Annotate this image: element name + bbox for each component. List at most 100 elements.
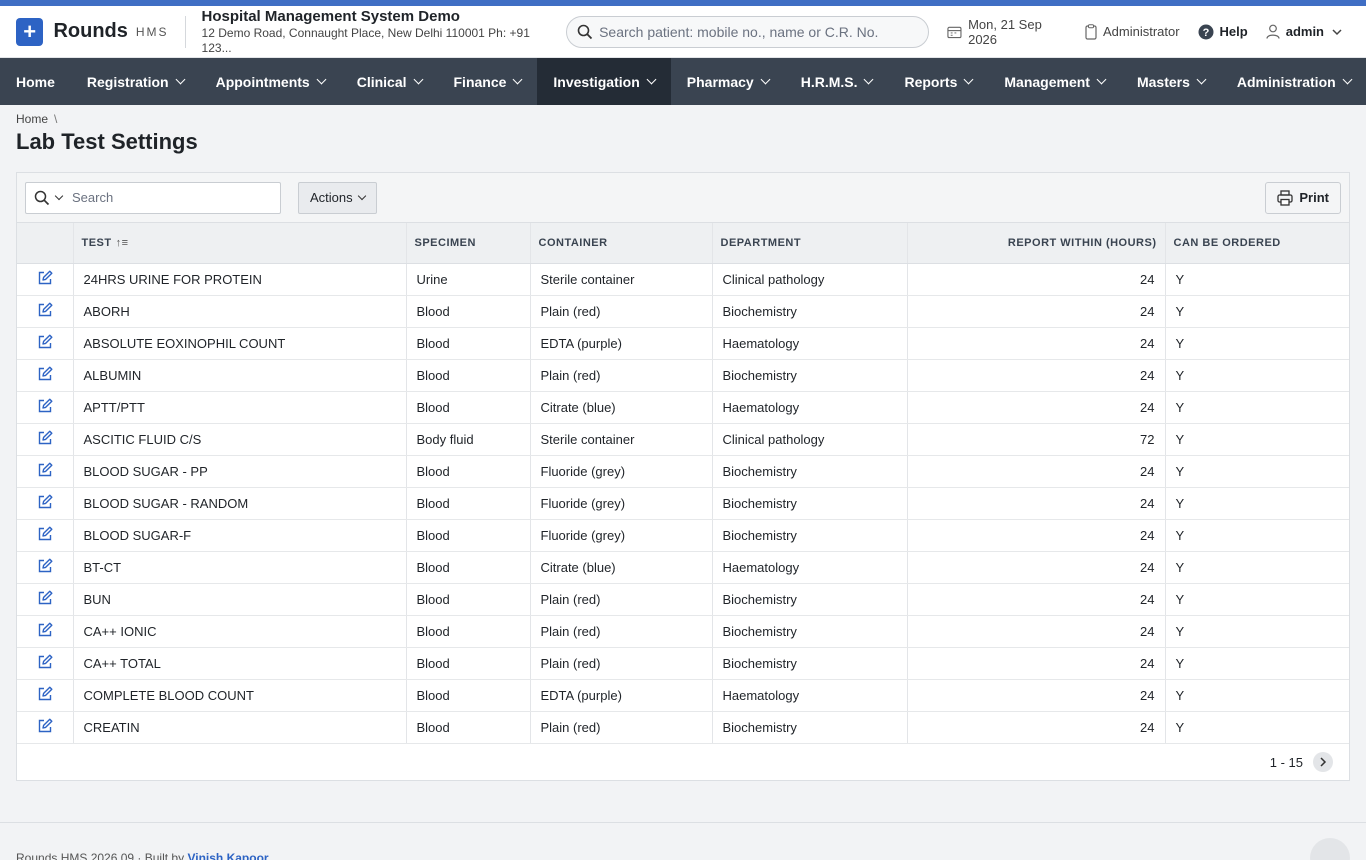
- cell-department: Biochemistry: [712, 711, 908, 744]
- user-name: admin: [1285, 24, 1325, 39]
- nav-appointments[interactable]: Appointments: [200, 58, 341, 105]
- footer-author-link[interactable]: Vinish Kapoor: [187, 851, 268, 860]
- edit-icon[interactable]: [37, 526, 53, 542]
- nav-finance[interactable]: Finance: [438, 58, 538, 105]
- header-container[interactable]: CONTAINER: [530, 223, 713, 264]
- edit-icon[interactable]: [37, 686, 53, 702]
- edit-icon[interactable]: [37, 622, 53, 638]
- next-page-button[interactable]: [1313, 752, 1333, 772]
- edit-cell: [17, 487, 74, 520]
- edit-icon[interactable]: [37, 302, 53, 318]
- footer-version: Rounds HMS 2026.09: [16, 851, 135, 860]
- table-row: COMPLETE BLOOD COUNT Blood EDTA (purple) Ha…: [17, 679, 1349, 712]
- chevron-down-icon: [646, 74, 657, 85]
- patient-search-input[interactable]: Search patient: mobile no., name or C.R.…: [566, 15, 930, 48]
- header-department[interactable]: DEPARTMENT: [712, 223, 908, 264]
- header-test-label: TEST: [81, 236, 112, 249]
- nav-reports-label: Reports: [904, 73, 958, 90]
- cell-department: Clinical pathology: [712, 423, 908, 456]
- cell-specimen: Blood: [406, 551, 531, 584]
- cell-can-be-ordered: Y: [1165, 359, 1349, 392]
- nav-clinical[interactable]: Clinical: [341, 58, 438, 105]
- nav-investigation[interactable]: Investigation: [537, 58, 671, 105]
- cell-container: Plain (red): [530, 583, 713, 616]
- cell-can-be-ordered: Y: [1165, 295, 1349, 328]
- edit-icon[interactable]: [37, 494, 53, 510]
- chevron-down-icon: [413, 74, 423, 85]
- edit-icon[interactable]: [37, 270, 53, 286]
- cell-report-within: 72: [907, 423, 1166, 456]
- table-search-input[interactable]: Search: [25, 181, 281, 214]
- edit-icon[interactable]: [37, 398, 53, 414]
- edit-cell: [17, 263, 74, 296]
- nav-registration[interactable]: Registration: [71, 58, 200, 105]
- cell-container: Sterile container: [530, 263, 713, 296]
- chevron-down-icon[interactable]: [54, 191, 64, 201]
- edit-icon[interactable]: [37, 558, 53, 574]
- edit-cell: [17, 679, 74, 712]
- edit-cell: [17, 647, 74, 680]
- cell-test: COMPLETE BLOOD COUNT: [73, 679, 407, 712]
- cell-test: ABORH: [73, 295, 407, 328]
- role-display[interactable]: Administrator: [1085, 23, 1180, 40]
- cell-container: Citrate (blue): [530, 391, 713, 424]
- cell-test: 24HRS URINE FOR PROTEIN: [73, 263, 407, 296]
- cell-can-be-ordered: Y: [1165, 455, 1349, 488]
- cell-test: BT-CT: [73, 551, 407, 584]
- nav-masters-label: Masters: [1136, 73, 1190, 90]
- nav-hrms[interactable]: H.R.M.S.: [785, 58, 889, 105]
- footer: Rounds HMS 2026.09 · Built by Vinish Kap…: [0, 822, 1366, 860]
- nav-hrms-label: H.R.M.S.: [800, 73, 858, 90]
- cell-container: Plain (red): [530, 359, 713, 392]
- lab-test-table: TEST ↑≡ SPECIMEN CONTAINER DEPARTMENT REP…: [17, 223, 1349, 744]
- header-report-within[interactable]: REPORT WITHIN (HOURS): [907, 223, 1166, 264]
- main-nav: Home Registration Appointments Clinical …: [0, 58, 1366, 105]
- edit-icon[interactable]: [37, 462, 53, 478]
- print-button[interactable]: Print: [1265, 181, 1341, 214]
- cell-can-be-ordered: Y: [1165, 583, 1349, 616]
- search-icon: [577, 24, 593, 39]
- nav-masters[interactable]: Masters: [1121, 58, 1221, 105]
- header-can-be-ordered[interactable]: CAN BE ORDERED: [1165, 223, 1349, 264]
- header-specimen[interactable]: SPECIMEN: [406, 223, 531, 264]
- edit-icon[interactable]: [37, 430, 53, 446]
- nav-administration[interactable]: Administration: [1221, 58, 1366, 105]
- edit-icon[interactable]: [37, 366, 53, 382]
- header-test[interactable]: TEST ↑≡: [73, 223, 407, 264]
- nav-administration-label: Administration: [1236, 73, 1336, 90]
- breadcrumb-home[interactable]: Home: [16, 112, 48, 126]
- actions-button[interactable]: Actions: [298, 181, 377, 214]
- nav-pharmacy[interactable]: Pharmacy: [671, 58, 785, 105]
- table-row: BUN Blood Plain (red) Biochemistry 24 Y: [17, 583, 1349, 616]
- sort-ascending-icon[interactable]: ↑≡: [116, 237, 129, 249]
- cell-test: ASCITIC FLUID C/S: [73, 423, 407, 456]
- edit-icon[interactable]: [37, 654, 53, 670]
- header-report-within-label: REPORT WITHIN (HOURS): [1007, 236, 1157, 249]
- nav-management[interactable]: Management: [988, 58, 1121, 105]
- edit-icon[interactable]: [37, 718, 53, 734]
- logo-icon[interactable]: +: [16, 17, 44, 46]
- nav-reports[interactable]: Reports: [888, 58, 988, 105]
- edit-icon[interactable]: [37, 334, 53, 350]
- edit-cell: [17, 583, 74, 616]
- edit-cell: [17, 615, 74, 648]
- breadcrumb: Home \: [0, 105, 1366, 126]
- nav-pharmacy-label: Pharmacy: [686, 73, 754, 90]
- cell-report-within: 24: [907, 487, 1166, 520]
- app-header: + Rounds HMS Hospital Management System …: [0, 6, 1366, 58]
- cell-test: BLOOD SUGAR - PP: [73, 455, 407, 488]
- clipboard-icon: [1085, 23, 1097, 40]
- cell-specimen: Blood: [406, 487, 531, 520]
- hospital-address: 12 Demo Road, Connaught Place, New Delhi…: [201, 26, 530, 55]
- nav-home[interactable]: Home: [0, 58, 71, 105]
- chevron-down-icon: [760, 74, 771, 85]
- print-label: Print: [1299, 190, 1329, 205]
- header-specimen-label: SPECIMEN: [414, 236, 476, 249]
- user-menu[interactable]: admin: [1266, 24, 1350, 39]
- brand-name[interactable]: Rounds: [53, 20, 127, 43]
- edit-icon[interactable]: [37, 590, 53, 606]
- cell-test: BUN: [73, 583, 407, 616]
- help-label: Help: [1219, 24, 1248, 39]
- table-row: CA++ IONIC Blood Plain (red) Biochemistry 24…: [17, 615, 1349, 648]
- help-link[interactable]: ? Help: [1198, 24, 1248, 40]
